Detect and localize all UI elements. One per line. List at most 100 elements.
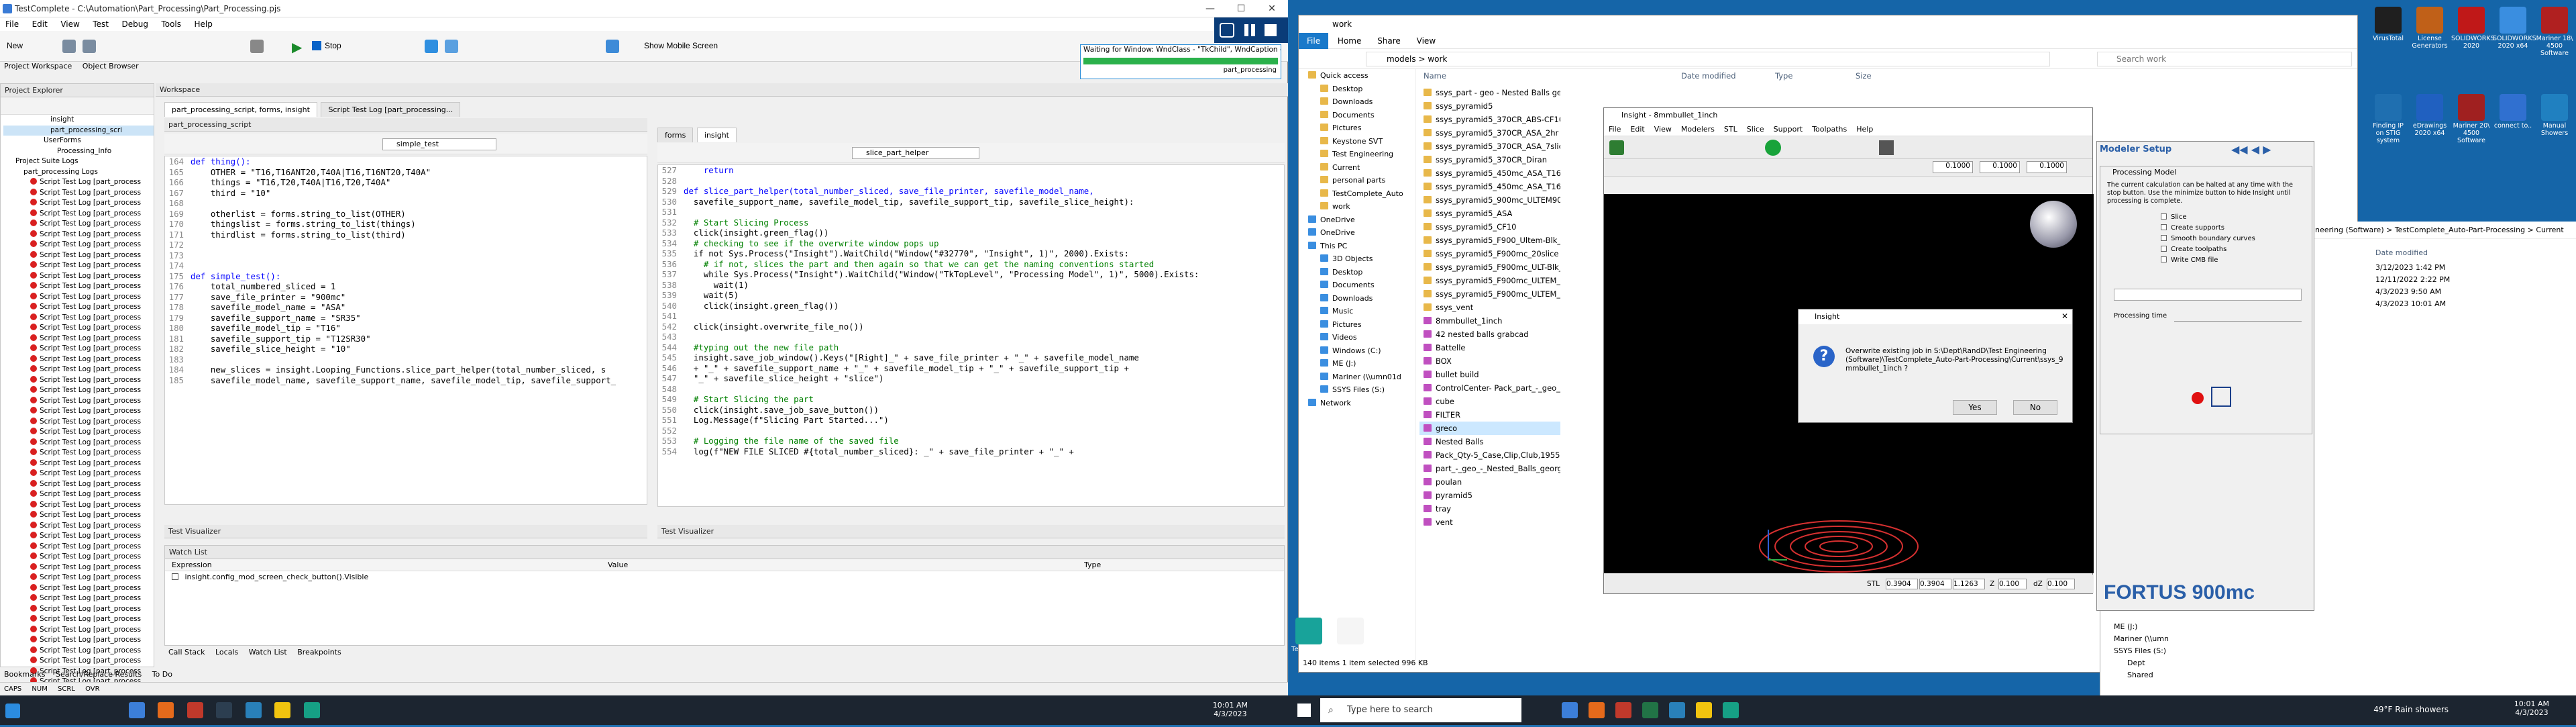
left-code-editor[interactable]: 164 def thing(): 165 OTHER = "T16,T16ANT20… xyxy=(164,156,647,505)
ribbon-view[interactable]: View xyxy=(1410,36,1442,46)
nav-item[interactable]: Shared xyxy=(2100,669,2188,681)
green-flag-icon[interactable] xyxy=(1609,140,1624,155)
nav-item[interactable]: SSYS Files (S:) xyxy=(1299,383,1415,397)
log-item[interactable]: Script Test Log [part_process xyxy=(3,573,154,583)
col-size[interactable]: Size xyxy=(1856,69,1872,83)
excel-icon[interactable] xyxy=(1642,702,1658,718)
crumb[interactable]: Current xyxy=(2536,226,2563,234)
minimize-icon[interactable]: — xyxy=(1195,0,1226,17)
col-type[interactable]: Type xyxy=(1084,559,1101,571)
tree-item[interactable]: Processing_Info xyxy=(3,146,154,157)
nav-item[interactable]: Windows (C:) xyxy=(1299,344,1415,358)
file-row[interactable]: cube xyxy=(1419,395,1560,408)
col-value[interactable]: Value xyxy=(608,559,628,571)
nav-item[interactable]: Desktop xyxy=(1299,83,1415,96)
nav-item[interactable]: Keystone SVT xyxy=(1299,135,1415,148)
log-item[interactable]: Script Test Log [part_process xyxy=(3,198,154,209)
log-item[interactable]: Script Test Log [part_process xyxy=(3,323,154,334)
record-icon[interactable] xyxy=(250,40,264,53)
log-item[interactable]: Script Test Log [part_process xyxy=(3,625,154,636)
step-icon[interactable] xyxy=(445,40,458,53)
check-row[interactable]: Smooth boundary curves xyxy=(2161,234,2312,244)
firefox-icon[interactable] xyxy=(1589,702,1605,718)
file-row[interactable]: ssys_pyramid5_F900mc_ULT-Blk_10slice xyxy=(1419,260,1560,274)
file-row[interactable]: ssys_part - geo - Nested Balls george ha… xyxy=(1419,86,1560,99)
log-item[interactable]: Script Test Log [part_process xyxy=(3,646,154,657)
log-item[interactable]: Script Test Log [part_process xyxy=(3,614,154,625)
file-row[interactable]: ssys_pyramid5_F900mc_20slice xyxy=(1419,247,1560,260)
insight-menu-item[interactable]: Edit xyxy=(1625,125,1649,134)
ribbon-file[interactable]: File xyxy=(1299,33,1329,49)
desktop-icon[interactable]: connect to.. xyxy=(2493,94,2533,132)
log-item[interactable]: Script Test Log [part_process xyxy=(3,344,154,354)
insight-menu-item[interactable]: File xyxy=(1604,125,1625,134)
testcomplete-icon[interactable] xyxy=(303,702,320,718)
file-row[interactable]: ssys_pyramid5_450mc_ASA_T16_SR35_T12 xyxy=(1419,180,1560,193)
tab-todo[interactable]: To Do xyxy=(148,670,176,679)
save-icon[interactable] xyxy=(1879,140,1894,155)
col-name[interactable]: Name xyxy=(1424,69,1446,83)
nav-item[interactable]: This PC xyxy=(1299,240,1415,253)
file-row[interactable]: ssys_pyramid5_370CR_ABS-CF10_10slice xyxy=(1419,113,1560,126)
checkbox[interactable] xyxy=(2161,235,2167,241)
checkbox[interactable] xyxy=(2161,256,2167,262)
log-item[interactable]: Script Test Log [part_process xyxy=(3,177,154,188)
insight-menu-item[interactable]: Modelers xyxy=(1676,125,1719,134)
menu-tools[interactable]: Tools xyxy=(156,17,186,31)
nav-item[interactable]: OneDrive xyxy=(1299,213,1415,227)
tab-object-browser[interactable]: Object Browser xyxy=(78,62,143,70)
menu-help[interactable]: Help xyxy=(189,17,218,31)
nav-item[interactable]: Mariner (\\umn xyxy=(2100,633,2188,645)
nav-item[interactable]: Current xyxy=(1299,161,1415,175)
nav-item[interactable]: 3D Objects xyxy=(1299,252,1415,266)
log-item[interactable]: Script Test Log [part_process xyxy=(3,365,154,375)
nav-item[interactable]: Downloads xyxy=(1299,95,1415,109)
log-item[interactable]: Script Test Log [part_process xyxy=(3,292,154,303)
tab-watch-list[interactable]: Watch List xyxy=(245,648,291,657)
log-item[interactable]: Script Test Log [part_process xyxy=(3,230,154,240)
file-row[interactable]: bullet build xyxy=(1419,368,1560,381)
nav-item[interactable]: TestComplete_Auto xyxy=(1299,187,1415,201)
file-row[interactable]: Nested Balls xyxy=(1419,435,1560,448)
log-item[interactable]: Script Test Log [part_process xyxy=(3,583,154,594)
nav-item[interactable]: Pictures xyxy=(1299,122,1415,135)
nav-item[interactable]: Videos xyxy=(1299,331,1415,344)
minimize-processing-icon[interactable] xyxy=(2211,387,2231,407)
desktop-icon[interactable]: TestComplete 15 xyxy=(1291,618,1337,661)
menu-edit[interactable]: Edit xyxy=(27,17,53,31)
start-icon[interactable] xyxy=(5,704,20,718)
mail-icon[interactable] xyxy=(216,702,232,718)
file-row[interactable]: ssys_pyramid5_450mc_ASA_T16 xyxy=(1419,166,1560,180)
tab-locals[interactable]: Locals xyxy=(211,648,242,657)
tab-project-workspace[interactable]: Project Workspace xyxy=(0,62,76,70)
file-row[interactable]: Pack_Qty-5_Case,Clip,Club,1955,Battelle_… xyxy=(1419,448,1560,462)
testcomplete-icon[interactable] xyxy=(1723,702,1739,718)
chrome-icon[interactable] xyxy=(1562,702,1578,718)
log-item[interactable]: Script Test Log [part_process xyxy=(3,489,154,500)
nav-item[interactable]: work xyxy=(1299,200,1415,213)
checkbox[interactable] xyxy=(172,573,178,580)
log-item[interactable]: Script Test Log [part_process xyxy=(3,479,154,490)
file-row[interactable]: poulan xyxy=(1419,475,1560,489)
crumb-work[interactable]: work xyxy=(1428,54,1447,64)
desktop-icon[interactable]: Finding IP on STIG system xyxy=(2368,94,2408,144)
nav-item[interactable]: SSYS Files (S:) xyxy=(2100,645,2188,657)
file-row[interactable]: ssys_vent xyxy=(1419,301,1560,314)
file-row[interactable]: ssys_pyramid5_370CR_ASA_2hr xyxy=(1419,126,1560,140)
log-item[interactable]: Script Test Log [part_process xyxy=(3,188,154,199)
clock-right[interactable]: 10:01 AM 4/3/2023 xyxy=(2514,699,2549,717)
save-icon[interactable] xyxy=(83,40,96,53)
log-item[interactable]: Script Test Log [part_process xyxy=(3,302,154,313)
desktop-icon[interactable]: eDrawings 2020 x64 xyxy=(2410,94,2450,137)
desktop-icon[interactable]: Mariner 18\ 4500 Software xyxy=(2534,7,2575,57)
menu-test[interactable]: Test xyxy=(87,17,114,31)
file-row[interactable]: ssys_pyramid5_F900_Ultem-Blk_T40A_3x xyxy=(1419,234,1560,247)
insight-menu-item[interactable]: Help xyxy=(1851,125,1878,134)
menu-view[interactable]: View xyxy=(55,17,85,31)
log-item[interactable]: Script Test Log [part_process xyxy=(3,427,154,438)
file-row[interactable]: 8mmbullet_1inch xyxy=(1419,314,1560,328)
file-row[interactable]: ssys_pyramid5_370CR_Diran xyxy=(1419,153,1560,166)
log-item[interactable]: Script Test Log [part_process xyxy=(3,354,154,365)
stop-record-icon[interactable] xyxy=(2192,392,2204,404)
log-item[interactable]: Script Test Log [part_process xyxy=(3,240,154,250)
